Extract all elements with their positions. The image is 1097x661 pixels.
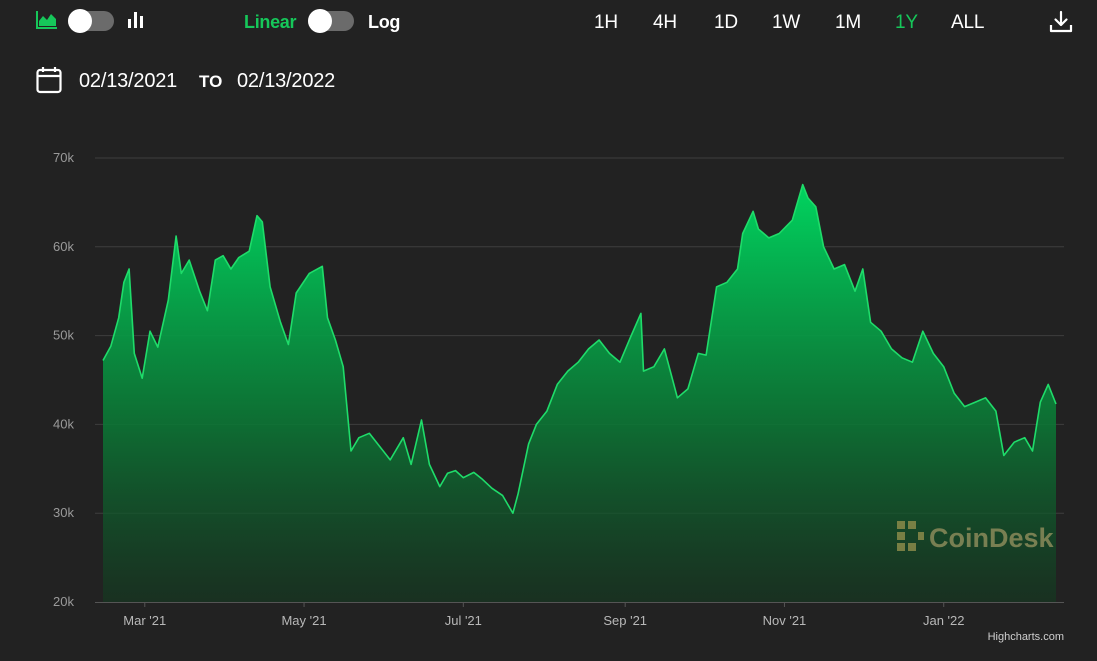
x-tick-label: Sep '21 (603, 613, 647, 628)
x-tick-label: May '21 (281, 613, 326, 628)
y-tick-label: 30k (53, 505, 74, 520)
y-tick-label: 60k (53, 239, 74, 254)
x-tick-label: Jul '21 (445, 613, 482, 628)
x-axis-labels: Mar '21 May '21 Jul '21 Sep '21 Nov '21 Jan '… (123, 602, 964, 628)
y-tick-label: 70k (53, 150, 74, 165)
x-tick-label: Jan '22 (923, 613, 965, 628)
y-tick-label: 50k (53, 328, 74, 343)
price-chart: 20k 30k 40k 50k 60k 70k Mar '21 May '21 Jul '21… (53, 150, 1064, 643)
highcharts-credits[interactable]: Highcharts.com (988, 631, 1064, 643)
y-axis-labels: 20k 30k 40k 50k 60k 70k (53, 150, 74, 609)
x-tick-label: Mar '21 (123, 613, 166, 628)
y-tick-label: 40k (53, 416, 74, 431)
y-tick-label: 20k (53, 594, 74, 609)
x-tick-label: Nov '21 (763, 613, 807, 628)
coindesk-watermark-text: CoinDesk (929, 523, 1055, 553)
